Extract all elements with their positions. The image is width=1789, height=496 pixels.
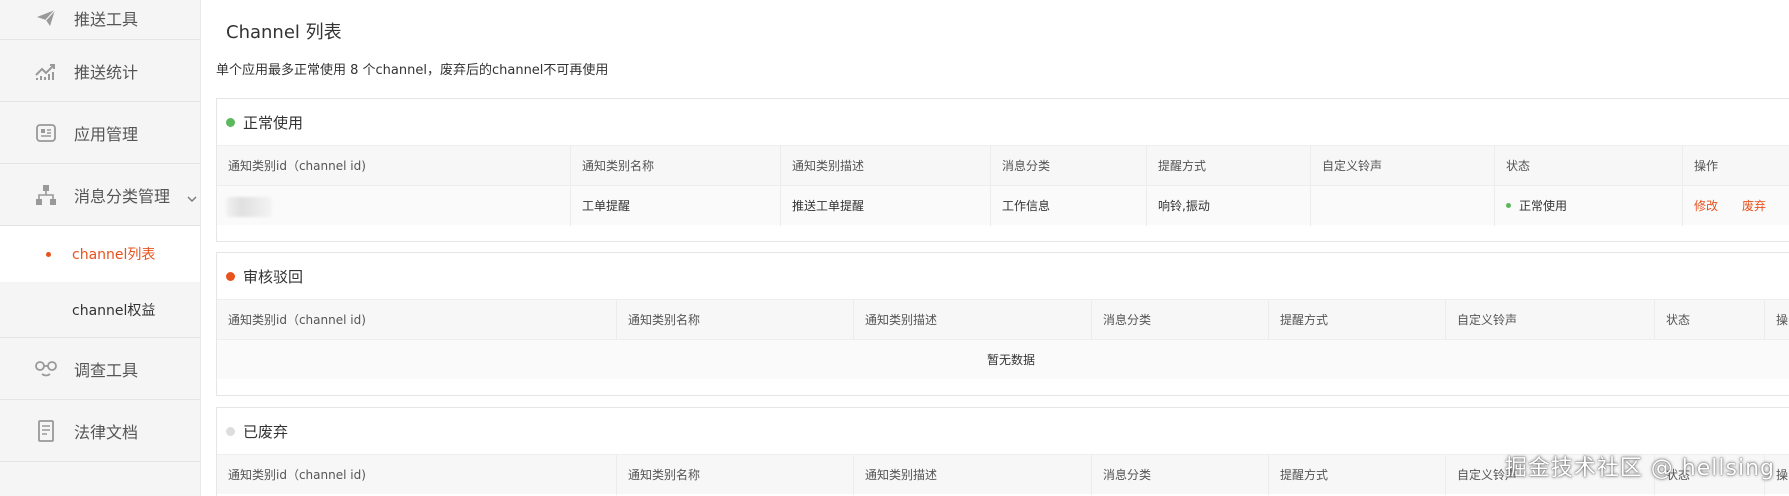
trend-chart-icon: [34, 59, 58, 83]
column-header-ops: 操作: [1694, 159, 1719, 173]
watermark: 掘金技术社区 @ hellsing: [1504, 456, 1775, 481]
column-header-category: 消息分类: [1092, 455, 1269, 495]
sidebar: 推送工具 推送统计 应用管理 消息分类管理 channel列表 channel权…: [0, 0, 201, 496]
column-header-id: 通知类别id（channel id): [217, 455, 617, 495]
sidebar-subitem-channel-list[interactable]: channel列表: [0, 226, 200, 282]
org-tree-icon: [34, 183, 58, 207]
sidebar-item-label: 法律文档: [74, 422, 139, 442]
section-rejected-channels: 审核驳回 通知类别id（channel id) 通知类别名称 通知类别描述 消息…: [216, 252, 1789, 396]
sidebar-item-app-manage[interactable]: 应用管理: [0, 102, 200, 164]
app-card-icon: [34, 121, 58, 145]
main-content: Channel 列表 单个应用最多正常使用 8 个channel，废弃后的cha…: [201, 0, 1789, 496]
page-description: 单个应用最多正常使用 8 个channel，废弃后的channel不可再使用: [216, 63, 609, 78]
sidebar-item-legal-docs[interactable]: 法律文档: [0, 400, 200, 462]
column-header-status: 状态: [1495, 146, 1683, 186]
cell-status: 正常使用: [1495, 186, 1683, 226]
document-icon: [34, 419, 58, 443]
column-header-category: 消息分类: [991, 146, 1147, 186]
column-header-remind: 提醒方式: [1269, 455, 1446, 495]
column-header-remind: 提醒方式: [1269, 300, 1446, 340]
sidebar-subitem-channel-rights[interactable]: channel权益: [0, 282, 200, 338]
sidebar-item-label: 推送工具: [74, 10, 139, 29]
status-dot-green: [226, 117, 235, 127]
column-header-ringtone: 自定义铃声: [1311, 146, 1495, 186]
chevron-down-icon: [187, 188, 197, 207]
survey-glasses-icon: [34, 357, 58, 381]
cell-desc: 推送工单提醒: [781, 186, 991, 226]
sidebar-item-label: 消息分类管理: [74, 186, 171, 206]
section-header: 已废弃: [217, 408, 1789, 454]
section-title: 已废弃: [243, 422, 289, 441]
cell-remind: 响铃,振动: [1147, 186, 1311, 226]
cell-name: 工单提醒: [571, 186, 781, 226]
table-row: 工单提醒 推送工单提醒 工作信息 响铃,振动 正常使用 修改 废弃: [217, 185, 1789, 226]
column-header-remind: 提醒方式: [1147, 146, 1311, 186]
section-title: 正常使用: [243, 113, 304, 132]
column-header-ringtone: 自定义铃声: [1446, 300, 1655, 340]
table-header-row: 通知类别id（channel id) 通知类别名称 通知类别描述 消息分类 提醒…: [217, 145, 1789, 186]
column-header-category: 消息分类: [1092, 300, 1269, 340]
section-active-channels: 正常使用 通知类别id（channel id) 通知类别名称 通知类别描述 消息…: [216, 98, 1789, 242]
sidebar-item-push-stats[interactable]: 推送统计: [0, 40, 200, 102]
status-dot-gray: [226, 426, 235, 436]
sidebar-subitem-label: channel权益: [72, 302, 156, 319]
sidebar-item-message-category[interactable]: 消息分类管理: [0, 164, 200, 226]
active-dot: [46, 252, 51, 257]
column-header-desc: 通知类别描述: [854, 455, 1092, 495]
section-title: 审核驳回: [243, 267, 304, 286]
page-title: Channel 列表: [226, 22, 342, 43]
column-header-status: 状态: [1655, 300, 1765, 340]
column-header-name: 通知类别名称: [617, 300, 854, 340]
cell-channel-id: [217, 186, 571, 226]
column-header-id: 通知类别id（channel id): [217, 300, 617, 340]
column-header-desc: 通知类别描述: [854, 300, 1092, 340]
sidebar-item-label: 应用管理: [74, 124, 139, 144]
column-header-desc: 通知类别描述: [781, 146, 991, 186]
column-header-id: 通知类别id（channel id): [217, 146, 571, 186]
sidebar-item-label: 调查工具: [74, 360, 139, 380]
cell-ringtone: [1311, 186, 1495, 226]
sidebar-item-push-tool[interactable]: 推送工具: [0, 0, 200, 40]
discard-link[interactable]: 废弃: [1742, 199, 1766, 213]
cell-category: 工作信息: [991, 186, 1147, 226]
sidebar-item-survey-tool[interactable]: 调查工具: [0, 338, 200, 400]
send-icon: [34, 6, 58, 30]
sidebar-subitem-label: channel列表: [72, 247, 156, 263]
edit-link[interactable]: 修改: [1694, 199, 1718, 213]
status-dot: [1506, 203, 1511, 208]
column-header-name: 通知类别名称: [617, 455, 854, 495]
table-header-row: 通知类别id（channel id) 通知类别名称 通知类别描述 消息分类 提醒…: [217, 299, 1789, 340]
sidebar-item-label: 推送统计: [74, 62, 139, 82]
column-header-name: 通知类别名称: [571, 146, 781, 186]
section-header: 正常使用: [217, 99, 1789, 145]
empty-state: 暂无数据: [217, 339, 1789, 379]
status-badge: 正常使用: [1519, 199, 1568, 213]
redacted-id: [226, 196, 272, 217]
section-header: 审核驳回: [217, 253, 1789, 299]
cell-ops: 修改 废弃: [1683, 186, 1789, 226]
column-header-ops: 操: [1776, 313, 1789, 327]
status-dot-orange: [226, 271, 235, 281]
